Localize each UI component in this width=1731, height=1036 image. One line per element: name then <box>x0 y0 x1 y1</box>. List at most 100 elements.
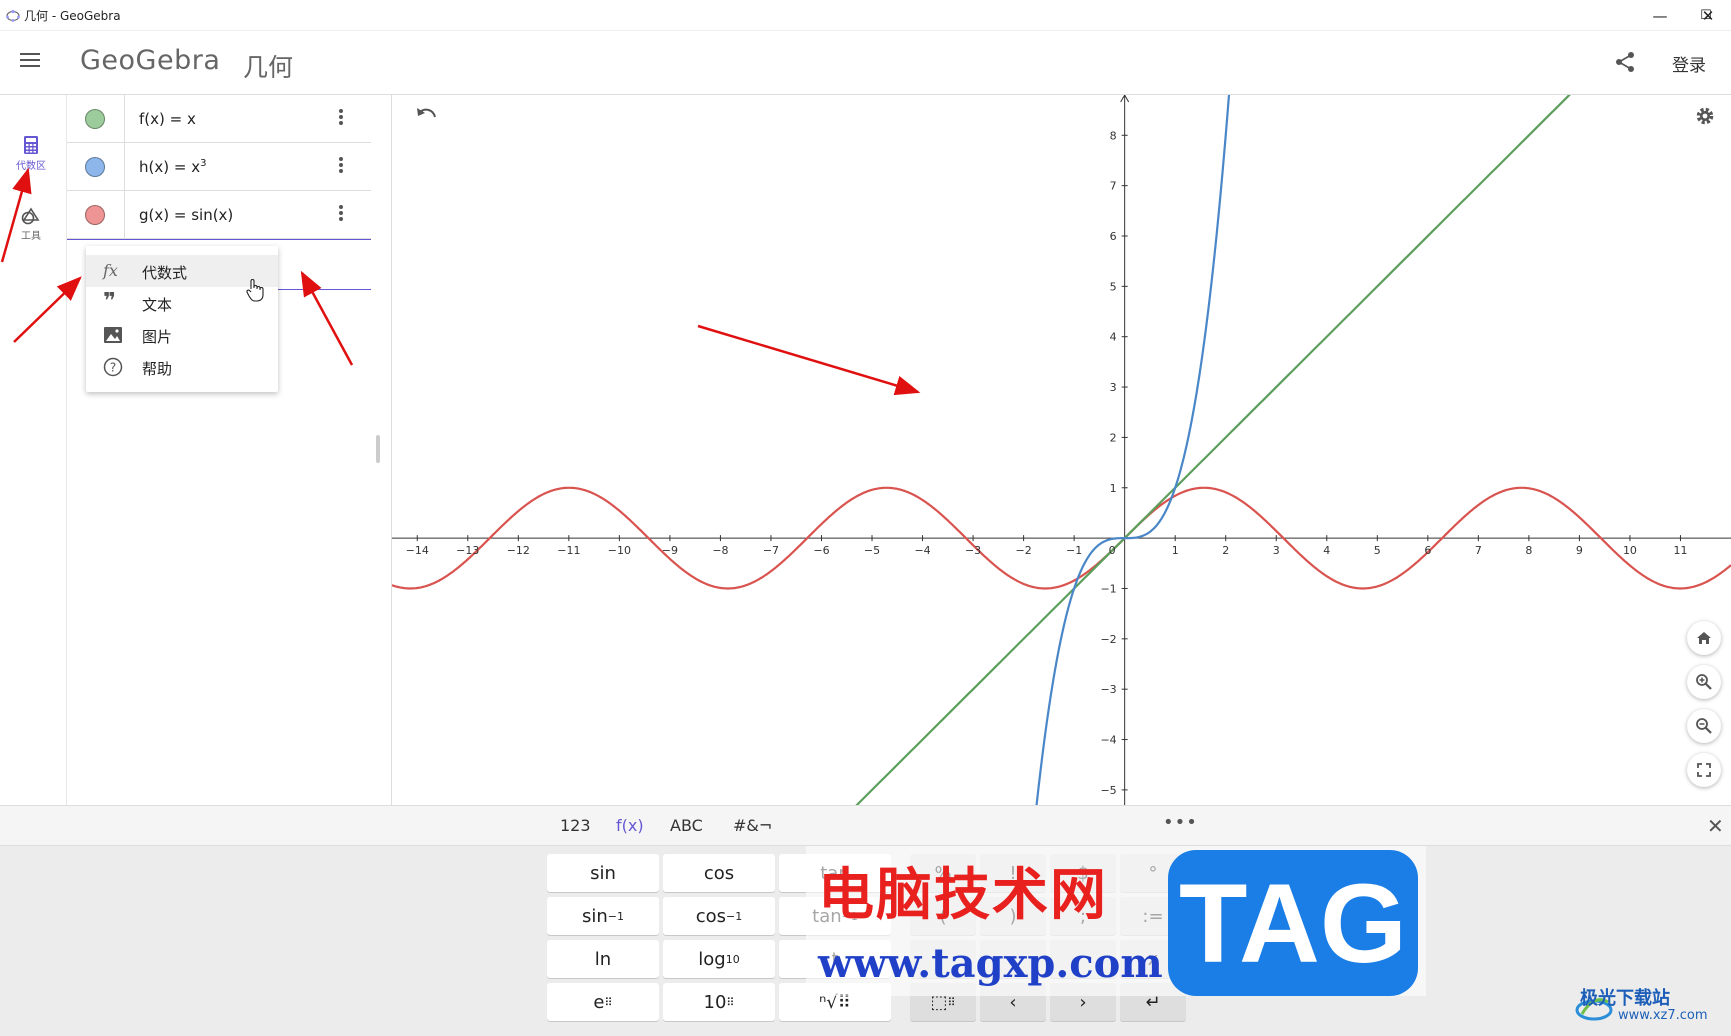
key-label: sin <box>581 905 608 927</box>
x-tick-label: −12 <box>507 544 530 557</box>
home-view-button[interactable] <box>1687 621 1721 655</box>
y-tick-label: −3 <box>1100 683 1116 696</box>
x-tick-label: −13 <box>456 544 479 557</box>
algebra-row-f[interactable]: f(x) = x <box>67 95 371 143</box>
tab-functions[interactable]: f(x) <box>616 816 644 835</box>
x-tick-label: 10 <box>1623 544 1637 557</box>
menu-label-text: 文本 <box>142 296 173 314</box>
zoom-out-icon <box>1696 718 1712 734</box>
expr-base: h(x) = x <box>139 158 201 176</box>
algebra-expr-f[interactable]: f(x) = x <box>139 110 196 128</box>
x-tick-label: −5 <box>864 544 880 557</box>
zoom-out-button[interactable] <box>1687 709 1721 743</box>
key-label: cos <box>695 905 727 927</box>
input-bar-top-line <box>67 239 371 240</box>
key-arcsin[interactable]: sin −1 <box>547 897 659 935</box>
visibility-cell <box>67 95 125 142</box>
key-cos[interactable]: cos <box>663 854 775 892</box>
x-tick-label: 2 <box>1222 544 1229 557</box>
x-tick-label: −10 <box>608 544 631 557</box>
x-tick-label: −2 <box>1015 544 1031 557</box>
tools-icon <box>21 207 40 225</box>
algebra-view: f(x) = x h(x) = x3 g(x) = sin(x) <box>67 95 392 805</box>
more-options-icon[interactable] <box>335 203 347 225</box>
y-tick-label: −5 <box>1100 784 1116 797</box>
algebra-expr-h[interactable]: h(x) = x3 <box>139 158 206 176</box>
window-titlebar: 几何 - GeoGebra — ☐ ✕ <box>0 0 1731 31</box>
close-keyboard-button[interactable]: ✕ <box>1707 814 1724 838</box>
function-plot[interactable]: −14 −13 −12 −11 −10 −9 −8 −7 −6 −5 −4 −3 −2 −1 0 1 2 3 4 5 6… <box>392 95 1731 805</box>
tab-numbers[interactable]: 123 <box>560 816 591 835</box>
x-tick-label: 6 <box>1424 544 1431 557</box>
x-tick-label: 11 <box>1673 544 1687 557</box>
watermark-title: 电脑技术网 <box>818 863 1108 928</box>
close-window-button[interactable]: ✕ <box>1685 0 1731 31</box>
y-tick-label: 6 <box>1110 230 1117 243</box>
visibility-cell <box>67 143 125 190</box>
curve-h-cubic[interactable] <box>1032 95 1232 805</box>
rail-label-tools: 工具 <box>21 231 41 242</box>
window-title: 几何 - GeoGebra <box>24 9 121 23</box>
x-tick-label: 0 <box>1109 544 1116 557</box>
svg-text:?: ? <box>110 361 116 375</box>
menu-item-help[interactable]: ? 帮助 <box>86 351 278 383</box>
y-tick-label: −4 <box>1100 734 1116 747</box>
home-icon <box>1697 632 1711 644</box>
x-tick-label: 8 <box>1525 544 1532 557</box>
key-exp[interactable]: e ⠿ <box>547 983 659 1021</box>
y-tick-label: 7 <box>1110 180 1117 193</box>
x-tick-label: 5 <box>1374 544 1381 557</box>
settings-gear-icon[interactable] <box>1694 105 1716 127</box>
x-tick-label: −3 <box>965 544 981 557</box>
minimize-button[interactable]: — <box>1637 0 1683 31</box>
key-label: 10 <box>703 991 727 1013</box>
curve-f-linear[interactable] <box>807 95 1619 805</box>
rail-item-tools[interactable]: 工具 <box>0 207 62 242</box>
algebra-expr-g[interactable]: g(x) = sin(x) <box>139 206 233 224</box>
more-options-icon[interactable] <box>335 107 347 129</box>
undo-icon[interactable] <box>414 105 438 125</box>
geogebra-logo: GeoGebra <box>80 45 221 76</box>
y-tick-label: 5 <box>1110 280 1117 293</box>
x-tick-label: 4 <box>1323 544 1330 557</box>
algebra-row-h[interactable]: h(x) = x3 <box>67 143 371 191</box>
key-ln[interactable]: ln <box>547 940 659 978</box>
algebra-row-g[interactable]: g(x) = sin(x) <box>67 191 371 239</box>
more-keys-button[interactable]: ••• <box>1163 812 1198 833</box>
panel-resize-handle[interactable] <box>376 435 380 463</box>
y-tick-label: 3 <box>1110 381 1117 394</box>
visibility-toggle-f[interactable] <box>85 109 105 129</box>
hamburger-menu-button[interactable] <box>14 49 46 77</box>
key-log10[interactable]: log 10 <box>663 940 775 978</box>
x-tick-label: 3 <box>1273 544 1280 557</box>
tab-symbols[interactable]: #&¬ <box>733 816 772 835</box>
more-options-icon[interactable] <box>335 155 347 177</box>
key-pow10[interactable]: 10 ⠿ <box>663 983 775 1021</box>
login-button[interactable]: 登录 <box>1672 51 1706 76</box>
visibility-toggle-h[interactable] <box>85 157 105 177</box>
visibility-toggle-g[interactable] <box>85 205 105 225</box>
help-icon: ? <box>103 357 123 377</box>
x-tick-label: −6 <box>813 544 829 557</box>
key-label: log <box>698 948 726 970</box>
tab-letters[interactable]: ABC <box>670 816 703 835</box>
key-arccos[interactable]: cos −1 <box>663 897 775 935</box>
y-tick-label: −1 <box>1100 582 1116 595</box>
expr-exponent: 3 <box>200 158 207 169</box>
graphics-view[interactable]: −14 −13 −12 −11 −10 −9 −8 −7 −6 −5 −4 −3 −2 −1 0 1 2 3 4 5 6… <box>392 95 1731 805</box>
app-header: GeoGebra 几何 登录 <box>0 31 1731 95</box>
x-tick-label: −4 <box>914 544 930 557</box>
key-sin[interactable]: sin <box>547 854 659 892</box>
keyboard-tabs: 123 f(x) ABC #&¬ ••• ✕ <box>0 806 1731 846</box>
fullscreen-button[interactable] <box>1687 753 1721 787</box>
app-name: 几何 <box>243 53 294 82</box>
geogebra-app: 几何 - GeoGebra — ☐ ✕ GeoGebra 几何 登录 代数区 工… <box>0 0 1731 1036</box>
watermark-brand: 极光下载站 <box>1580 988 1670 1009</box>
image-icon <box>104 327 122 343</box>
share-icon[interactable] <box>1612 49 1638 75</box>
zoom-in-button[interactable] <box>1687 665 1721 699</box>
rail-item-algebra[interactable]: 代数区 <box>0 135 62 172</box>
watermark-brand-url: www.xz7.com <box>1618 1008 1708 1023</box>
side-rail: 代数区 工具 <box>0 95 67 805</box>
menu-item-image[interactable]: 图片 <box>86 319 278 351</box>
